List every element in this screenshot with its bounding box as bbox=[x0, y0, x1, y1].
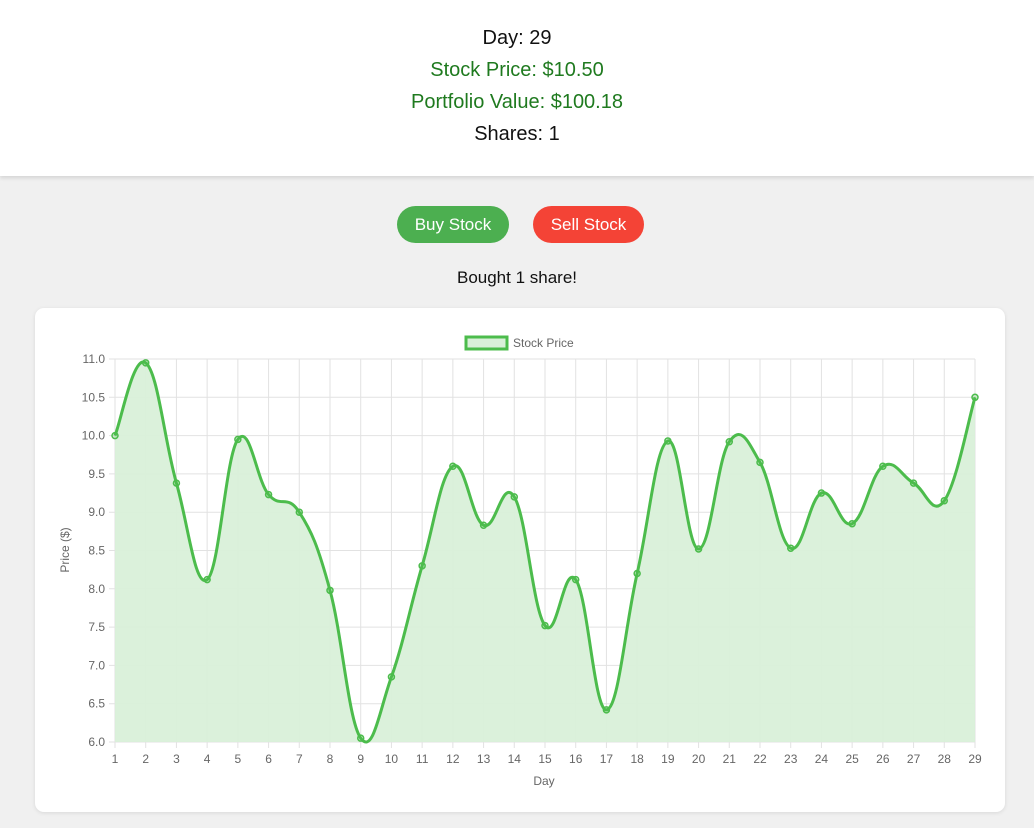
price-chart: 6.06.57.07.58.08.59.09.510.010.511.01 2 3 4… bbox=[58, 335, 982, 788]
stock-price: Stock Price: $10.50 bbox=[430, 59, 604, 81]
data-point[interactable] bbox=[449, 462, 457, 470]
data-point[interactable] bbox=[387, 673, 396, 681]
x-tick-label: 8 bbox=[327, 752, 334, 766]
y-tick-label: 6.5 bbox=[88, 697, 105, 711]
x-tick-label: 3 bbox=[173, 752, 180, 766]
day-counter: Day: 29 bbox=[482, 27, 552, 49]
x-tick-label: 23 bbox=[784, 752, 798, 766]
x-tick-label: 7 bbox=[296, 752, 303, 766]
y-tick-label: 8.0 bbox=[88, 582, 105, 596]
y-tick-label: 9.5 bbox=[88, 467, 105, 481]
data-point[interactable] bbox=[264, 490, 273, 499]
x-tick-label: 24 bbox=[815, 752, 829, 766]
chart-legend[interactable]: Stock Price bbox=[464, 335, 574, 351]
x-tick-label: 20 bbox=[692, 752, 706, 766]
x-tick-label: 13 bbox=[477, 752, 491, 766]
x-tick-label: 2 bbox=[142, 752, 149, 766]
x-tick-label: 22 bbox=[753, 752, 767, 766]
x-tick-label: 15 bbox=[538, 752, 552, 766]
y-tick-label: 8.5 bbox=[88, 544, 105, 558]
data-point[interactable] bbox=[172, 479, 181, 487]
y-tick-label: 7.0 bbox=[88, 658, 105, 672]
data-point[interactable] bbox=[909, 479, 918, 487]
y-tick-label: 10.0 bbox=[82, 429, 106, 443]
y-tick-label: 7.5 bbox=[88, 620, 105, 634]
portfolio-value: Portfolio Value: $100.18 bbox=[410, 91, 623, 113]
data-point[interactable] bbox=[418, 562, 426, 570]
x-tick-label: 28 bbox=[938, 752, 952, 766]
x-tick-label: 9 bbox=[357, 752, 364, 766]
x-axis-label: Day bbox=[533, 774, 554, 788]
data-point[interactable] bbox=[234, 435, 242, 444]
data-point[interactable] bbox=[326, 586, 334, 595]
y-tick-label: 6.0 bbox=[88, 735, 105, 749]
y-axis-label: Price ($) bbox=[58, 527, 72, 572]
data-point[interactable] bbox=[602, 706, 611, 714]
data-point[interactable] bbox=[848, 519, 856, 528]
x-tick-label: 29 bbox=[968, 752, 982, 766]
x-tick-label: 26 bbox=[876, 752, 890, 766]
x-tick-label: 4 bbox=[204, 752, 211, 766]
x-tick-label: 19 bbox=[661, 752, 675, 766]
data-point[interactable] bbox=[694, 545, 703, 553]
data-point[interactable] bbox=[141, 359, 150, 367]
x-tick-label: 21 bbox=[723, 752, 737, 766]
data-point[interactable] bbox=[756, 458, 764, 467]
data-point[interactable] bbox=[633, 569, 641, 578]
x-tick-label: 11 bbox=[416, 752, 429, 766]
sell-stock-button[interactable]: Sell Stock bbox=[533, 206, 644, 243]
data-point[interactable] bbox=[940, 496, 949, 505]
x-tick-label: 1 bbox=[112, 752, 119, 766]
chart-card: 6.0 6.5 7.0 7.5 8.0 8.5 9.0 9.5 10.0 10.5 11.0 1 2 3 4… bbox=[35, 308, 1005, 812]
y-tick-label: 9.0 bbox=[88, 505, 105, 519]
x-tick-label: 27 bbox=[907, 752, 921, 766]
status-message: Bought 1 share! bbox=[456, 268, 578, 287]
y-tick-label: 10.5 bbox=[82, 390, 106, 404]
shares-count: Shares: 1 bbox=[474, 123, 560, 145]
data-point[interactable] bbox=[203, 575, 211, 584]
data-point[interactable] bbox=[725, 437, 734, 446]
x-tick-label: 18 bbox=[630, 752, 644, 766]
x-tick-label: 12 bbox=[446, 752, 460, 766]
data-point[interactable] bbox=[971, 393, 979, 402]
y-tick-label: 11.0 bbox=[83, 352, 106, 366]
x-tick-label: 25 bbox=[845, 752, 859, 766]
x-tick-label: 5 bbox=[235, 752, 242, 766]
x-tick-label: 17 bbox=[600, 752, 614, 766]
data-point[interactable] bbox=[571, 575, 580, 584]
data-point[interactable] bbox=[664, 437, 672, 445]
x-tick-label: 10 bbox=[385, 752, 399, 766]
stats-panel: Day: 29 Stock Price: $10.50 Portfolio Va… bbox=[0, 0, 1034, 176]
x-tick-label: 16 bbox=[569, 752, 583, 766]
data-point[interactable] bbox=[356, 734, 365, 742]
data-point[interactable] bbox=[510, 493, 519, 501]
legend-label: Stock Price bbox=[513, 336, 574, 350]
data-point[interactable] bbox=[541, 621, 549, 630]
data-point[interactable] bbox=[879, 462, 887, 470]
x-tick-label: 6 bbox=[265, 752, 272, 766]
data-point[interactable] bbox=[479, 521, 488, 529]
legend-swatch bbox=[464, 335, 509, 351]
data-point[interactable] bbox=[817, 489, 826, 497]
data-point[interactable] bbox=[786, 544, 795, 552]
x-tick-label: 14 bbox=[508, 752, 522, 766]
data-point[interactable] bbox=[111, 431, 119, 440]
data-point[interactable] bbox=[295, 508, 304, 516]
buy-stock-button[interactable]: Buy Stock bbox=[397, 206, 509, 243]
